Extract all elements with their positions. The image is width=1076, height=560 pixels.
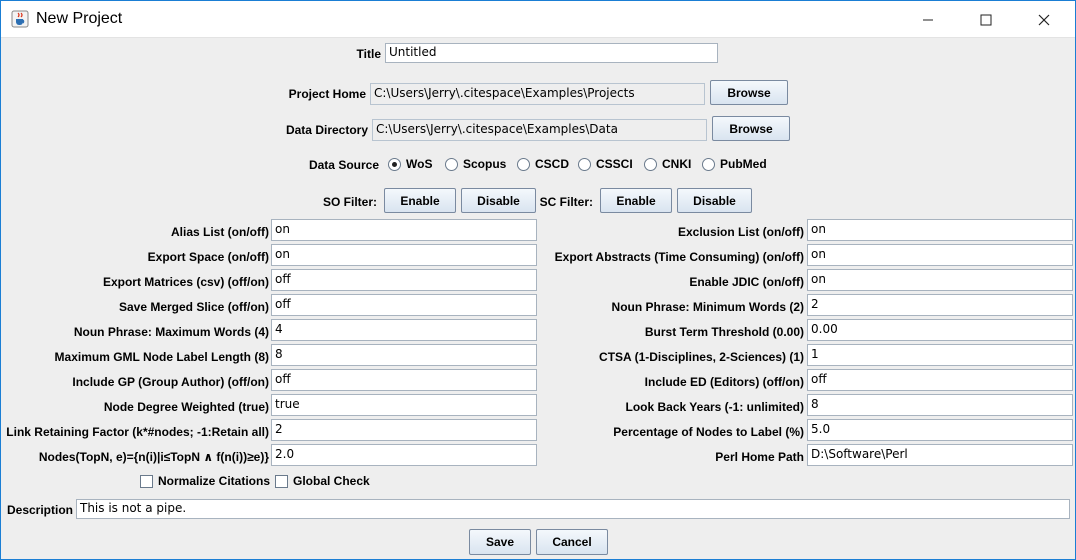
so-filter-enable-button[interactable]: Enable bbox=[384, 188, 456, 213]
left-param-input[interactable]: off bbox=[271, 294, 537, 316]
left-param-label: Include GP (Group Author) (off/on) bbox=[72, 375, 269, 389]
left-param-label: Export Space (on/off) bbox=[147, 250, 269, 264]
so-filter-label: SO Filter: bbox=[322, 195, 377, 209]
right-param-input[interactable]: D:\Software\Perl bbox=[807, 444, 1073, 466]
right-param-label: Export Abstracts (Time Consuming) (on/of… bbox=[554, 250, 804, 264]
left-param-input[interactable]: on bbox=[271, 219, 537, 241]
maximize-button[interactable] bbox=[957, 1, 1015, 38]
left-param-label: Export Matrices (csv) (off/on) bbox=[102, 275, 269, 289]
right-param-label: Perl Home Path bbox=[715, 450, 804, 464]
left-param-input[interactable]: 2 bbox=[271, 419, 537, 441]
close-button[interactable] bbox=[1015, 1, 1073, 38]
data-source-label: Data Source bbox=[308, 158, 379, 172]
right-param-label: Exclusion List (on/off) bbox=[678, 225, 804, 239]
title-label: Title bbox=[356, 47, 381, 61]
maximize-icon bbox=[980, 14, 992, 25]
global-check-checkbox[interactable]: Global Check bbox=[275, 474, 370, 488]
window-title: New Project bbox=[36, 10, 123, 27]
radio-icon bbox=[517, 157, 530, 171]
right-param-label: CTSA (1-Disciplines, 2-Sciences) (1) bbox=[599, 350, 804, 364]
radio-wos[interactable]: WoS bbox=[388, 157, 432, 171]
radio-pubmed[interactable]: PubMed bbox=[702, 157, 767, 171]
normalize-citations-checkbox[interactable]: Normalize Citations bbox=[140, 474, 270, 488]
sc-filter-disable-button[interactable]: Disable bbox=[677, 188, 752, 213]
right-param-input[interactable]: 0.00 bbox=[807, 319, 1073, 341]
right-param-label: Enable JDIC (on/off) bbox=[689, 275, 804, 289]
left-param-input[interactable]: 4 bbox=[271, 319, 537, 341]
checkbox-icon bbox=[140, 474, 153, 488]
sc-filter-label: SC Filter: bbox=[539, 195, 593, 209]
cancel-button[interactable]: Cancel bbox=[536, 529, 608, 555]
left-param-label: Alias List (on/off) bbox=[171, 225, 269, 239]
right-param-label: Noun Phrase: Minimum Words (2) bbox=[611, 300, 804, 314]
left-param-label: Maximum GML Node Label Length (8) bbox=[54, 350, 269, 364]
radio-cscd[interactable]: CSCD bbox=[517, 157, 569, 171]
right-param-input[interactable]: on bbox=[807, 269, 1073, 291]
sc-filter-enable-button[interactable]: Enable bbox=[600, 188, 672, 213]
minimize-button[interactable] bbox=[899, 1, 957, 38]
checkbox-icon bbox=[275, 474, 288, 488]
left-param-label: Link Retaining Factor (k*#nodes; -1:Reta… bbox=[6, 425, 269, 439]
left-param-input[interactable]: off bbox=[271, 269, 537, 291]
right-param-label: Burst Term Threshold (0.00) bbox=[644, 325, 804, 339]
right-param-input[interactable]: 2 bbox=[807, 294, 1073, 316]
project-home-label: Project Home bbox=[288, 87, 366, 101]
left-param-label: Noun Phrase: Maximum Words (4) bbox=[73, 325, 269, 339]
right-param-input[interactable]: 1 bbox=[807, 344, 1073, 366]
radio-icon bbox=[702, 157, 715, 171]
right-param-input[interactable]: on bbox=[807, 219, 1073, 241]
left-param-input[interactable]: on bbox=[271, 244, 537, 266]
left-param-input[interactable]: true bbox=[271, 394, 537, 416]
data-directory-label: Data Directory bbox=[285, 123, 368, 137]
data-directory-field[interactable]: C:\Users\Jerry\.citespace\Examples\Data bbox=[372, 119, 707, 141]
minimize-icon bbox=[923, 19, 933, 20]
radio-cssci[interactable]: CSSCI bbox=[578, 157, 633, 171]
save-button[interactable]: Save bbox=[469, 529, 531, 555]
right-param-label: Look Back Years (-1: unlimited) bbox=[625, 400, 805, 414]
project-home-browse-button[interactable]: Browse bbox=[710, 80, 788, 105]
right-param-input[interactable]: off bbox=[807, 369, 1073, 391]
radio-icon bbox=[578, 157, 591, 171]
right-param-input[interactable]: 5.0 bbox=[807, 419, 1073, 441]
right-param-label: Percentage of Nodes to Label (%) bbox=[613, 425, 804, 439]
close-icon bbox=[1038, 14, 1050, 25]
right-param-input[interactable]: on bbox=[807, 244, 1073, 266]
left-param-input[interactable]: 2.0 bbox=[271, 444, 537, 466]
right-param-input[interactable]: 8 bbox=[807, 394, 1073, 416]
description-label: Description bbox=[6, 503, 73, 517]
data-directory-browse-button[interactable]: Browse bbox=[712, 116, 790, 141]
left-param-label: Save Merged Slice (off/on) bbox=[118, 300, 269, 314]
java-cup-icon bbox=[11, 10, 29, 28]
so-filter-disable-button[interactable]: Disable bbox=[461, 188, 536, 213]
left-param-label: Node Degree Weighted (true) bbox=[103, 400, 269, 414]
project-home-field[interactable]: C:\Users\Jerry\.citespace\Examples\Proje… bbox=[370, 83, 705, 105]
left-param-input[interactable]: off bbox=[271, 369, 537, 391]
radio-scopus[interactable]: Scopus bbox=[445, 157, 506, 171]
left-param-input[interactable]: 8 bbox=[271, 344, 537, 366]
right-param-label: Include ED (Editors) (off/on) bbox=[644, 375, 804, 389]
title-bar[interactable]: New Project bbox=[1, 1, 1075, 38]
radio-icon bbox=[445, 157, 458, 171]
new-project-window: New Project Title Untitled Project Home … bbox=[0, 0, 1076, 560]
radio-selected-icon bbox=[388, 157, 401, 171]
left-param-label: Nodes(TopN, e)={n(i)|i≤TopN ∧ f(n(i))≥e)… bbox=[38, 450, 269, 464]
title-input[interactable]: Untitled bbox=[385, 43, 718, 63]
radio-cnki[interactable]: CNKI bbox=[644, 157, 691, 171]
description-input[interactable]: This is not a pipe. bbox=[76, 499, 1070, 519]
radio-icon bbox=[644, 157, 657, 171]
